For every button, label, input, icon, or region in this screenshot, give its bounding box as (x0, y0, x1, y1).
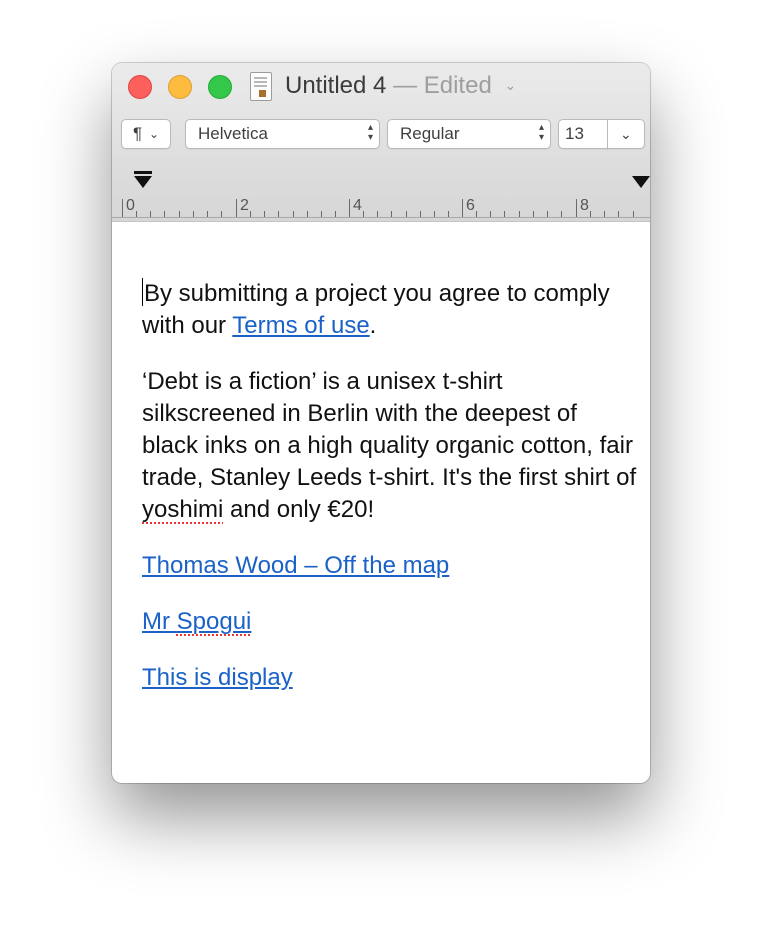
misspelled-word[interactable]: yoshimi (142, 496, 223, 523)
this-is-display-link[interactable]: This is display (142, 664, 293, 691)
ruler-baseline (112, 217, 650, 218)
paragraph-link-2: Mr Spogui (142, 606, 638, 638)
chevron-down-icon: ⌄ (620, 126, 632, 142)
zoom-button[interactable] (208, 75, 232, 99)
edited-status: Edited (423, 72, 492, 99)
description-end: and only €20! (223, 496, 375, 523)
first-line-indent-marker[interactable] (134, 171, 152, 174)
chevron-down-icon[interactable]: ⌄ (504, 77, 516, 93)
close-button[interactable] (128, 75, 152, 99)
ruler-label: 6 (466, 197, 475, 214)
paragraph-icon: ¶ (133, 124, 143, 143)
paragraph-terms: By submitting a project you agree to com… (142, 278, 638, 342)
left-indent-marker[interactable] (134, 176, 152, 188)
font-size-dropdown-button[interactable]: ⌄ (607, 119, 645, 149)
description-text: ‘Debt is a fiction’ is a unisex t-shirt … (142, 368, 637, 491)
ruler-tick (236, 199, 237, 217)
document-icon[interactable] (250, 72, 272, 101)
thomas-wood-link[interactable]: Thomas Wood – Off the map (142, 552, 449, 579)
minimize-button[interactable] (168, 75, 192, 99)
paragraph-link-1: Thomas Wood – Off the map (142, 550, 638, 582)
paragraph-styles-button[interactable]: ¶ ⌄ (121, 119, 171, 149)
ruler-label: 8 (580, 197, 589, 214)
up-down-arrows-icon: ▴ ▾ (367, 122, 373, 143)
chevron-down-icon: ⌄ (149, 127, 160, 141)
window-title[interactable]: Untitled 4 — Edited ⌄ (285, 69, 516, 105)
link-prefix: Mr (142, 608, 177, 635)
ruler-tick (349, 199, 350, 217)
document-text-area[interactable]: By submitting a project you agree to com… (142, 278, 638, 718)
ruler-tick (122, 199, 123, 217)
document-name: Untitled 4 (285, 72, 387, 99)
textedit-window: Untitled 4 — Edited ⌄ ¶ ⌄ Helvetica ▴ ▾ R… (112, 63, 650, 783)
terms-period: . (369, 312, 377, 339)
font-size-field[interactable]: 13 (558, 119, 608, 149)
title-bar: Untitled 4 — Edited ⌄ ¶ ⌄ Helvetica ▴ ▾ R… (112, 63, 650, 222)
up-down-arrows-icon: ▴ ▾ (538, 122, 544, 143)
font-style-value: Regular (400, 124, 460, 143)
mr-spogui-link[interactable]: Mr Spogui (142, 608, 251, 635)
title-separator: — (393, 72, 418, 99)
ruler-label: 0 (126, 197, 135, 214)
ruler[interactable]: 0 2 4 6 8 (112, 159, 650, 220)
misspelled-word: Spogui (176, 608, 252, 635)
ruler-tick (576, 199, 577, 217)
font-family-value: Helvetica (198, 124, 268, 143)
font-size-value: 13 (565, 124, 584, 143)
ruler-label: 4 (353, 197, 362, 214)
right-indent-marker[interactable] (632, 176, 650, 188)
paragraph-description: ‘Debt is a fiction’ is a unisex t-shirt … (142, 366, 638, 526)
text-caret (142, 278, 143, 306)
terms-of-use-link[interactable]: Terms of use (232, 312, 369, 339)
font-family-select[interactable]: Helvetica ▴ ▾ (185, 119, 380, 149)
ruler-label: 2 (240, 197, 249, 214)
font-style-select[interactable]: Regular ▴ ▾ (387, 119, 551, 149)
ruler-tick (462, 199, 463, 217)
paragraph-link-3: This is display (142, 662, 638, 694)
